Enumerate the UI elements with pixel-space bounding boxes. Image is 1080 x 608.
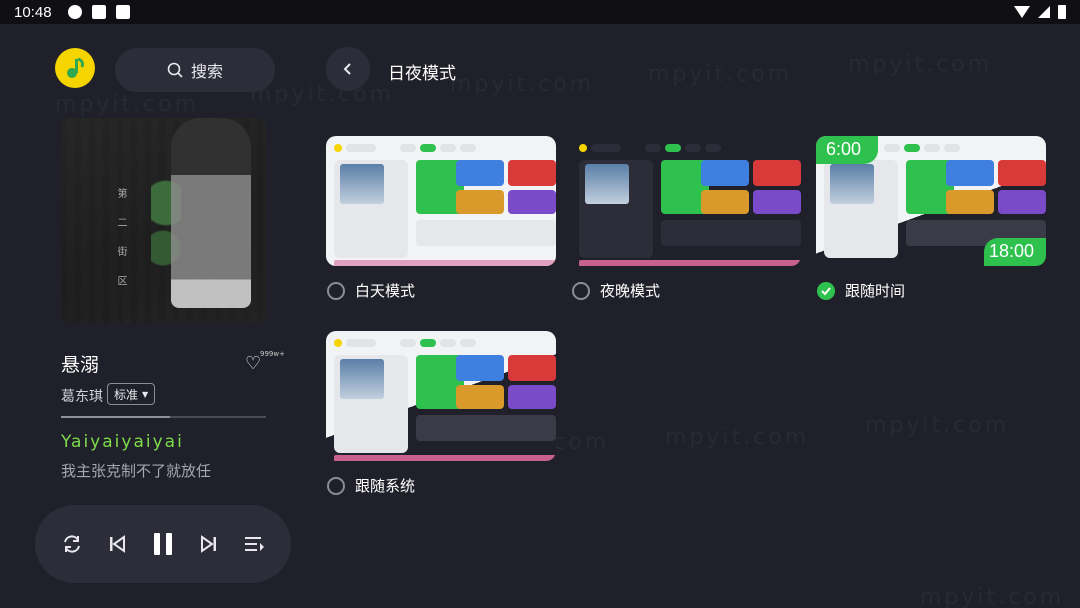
- album-art[interactable]: 第 二 街 区: [61, 118, 266, 323]
- image-notification-icon: [91, 5, 106, 19]
- radio-unchecked-icon: [327, 281, 345, 300]
- radio-unchecked-icon: [572, 281, 590, 300]
- watermark: mpyit.com: [665, 425, 809, 450]
- song-title: 悬溺: [61, 354, 100, 376]
- theme-label-follow-system: 跟随系统: [355, 477, 416, 495]
- pause-icon: [153, 533, 172, 555]
- like-count: 999w+: [260, 350, 285, 358]
- dropdown-caret-icon: ▼: [142, 389, 149, 399]
- playlist-button[interactable]: [240, 530, 268, 558]
- status-time: 10:48: [14, 3, 52, 21]
- pause-button[interactable]: [149, 530, 177, 558]
- theme-option-follow-system[interactable]: 跟随系统: [327, 475, 415, 496]
- app-notification-icon: [115, 5, 130, 19]
- repeat-button[interactable]: [58, 530, 86, 558]
- theme-preview-night[interactable]: [571, 136, 801, 266]
- next-icon: [200, 535, 216, 553]
- radio-unchecked-icon: [327, 476, 345, 495]
- repeat-icon: [63, 535, 80, 553]
- watermark: mpyit.com: [55, 92, 199, 117]
- check-icon: [821, 286, 831, 295]
- watermark: mpyit.com: [865, 413, 1009, 438]
- battery-icon: [1058, 5, 1066, 19]
- theme-preview-follow-time[interactable]: 6:00 18:00: [816, 136, 1046, 266]
- back-button[interactable]: [326, 47, 370, 91]
- quality-label: 标准: [114, 387, 139, 402]
- radio-checked-icon: [817, 281, 835, 300]
- app-logo[interactable]: [55, 48, 95, 88]
- previous-button[interactable]: [103, 530, 131, 558]
- lyric-current: Yaiyaiyaiyai: [61, 432, 184, 452]
- page-title: 日夜模式: [388, 64, 456, 84]
- notification-dot-icon: [67, 5, 82, 19]
- lyric-next: 我主张克制不了就放任: [61, 462, 212, 480]
- album-text: 第 二 街 区: [115, 188, 126, 294]
- search-label: 搜索: [190, 62, 223, 81]
- watermark: mpyit.com: [450, 72, 594, 97]
- watermark: mpyit.com: [920, 585, 1064, 608]
- theme-label-night: 夜晚模式: [600, 282, 661, 300]
- day-time-badge: 6:00: [816, 136, 878, 164]
- wifi-icon: [1014, 6, 1030, 18]
- artist-name[interactable]: 葛东琪: [61, 386, 103, 406]
- search-icon: [167, 62, 183, 78]
- heart-icon[interactable]: ♡: [245, 353, 261, 374]
- theme-option-follow-time[interactable]: 跟随时间: [817, 280, 905, 301]
- theme-option-day[interactable]: 白天模式: [327, 280, 415, 301]
- watermark: mpyit.com: [648, 62, 792, 87]
- playlist-icon: [245, 537, 265, 551]
- next-button[interactable]: [195, 530, 223, 558]
- night-time-badge: 18:00: [984, 238, 1046, 266]
- progress-fill: [61, 416, 170, 418]
- theme-label-day: 白天模式: [355, 282, 416, 300]
- quality-selector[interactable]: 标准 ▼: [107, 383, 156, 405]
- search-button[interactable]: 搜索: [115, 48, 275, 92]
- cell-signal-icon: [1038, 6, 1050, 18]
- previous-icon: [110, 535, 126, 553]
- theme-label-follow-time: 跟随时间: [845, 282, 906, 300]
- music-note-icon: [67, 57, 84, 78]
- status-bar: 10:48: [0, 0, 1080, 24]
- playback-controls: [35, 505, 291, 583]
- watermark: mpyit.com: [848, 52, 992, 77]
- progress-bar[interactable]: [61, 416, 266, 418]
- theme-preview-follow-system[interactable]: [326, 331, 556, 461]
- theme-preview-day[interactable]: [326, 136, 556, 266]
- chevron-left-icon: [343, 63, 351, 75]
- night-time-text: 18:00: [989, 241, 1035, 261]
- watermark: mpyit.com: [250, 82, 394, 107]
- theme-option-night[interactable]: 夜晚模式: [572, 280, 660, 301]
- day-time-text: 6:00: [826, 139, 862, 159]
